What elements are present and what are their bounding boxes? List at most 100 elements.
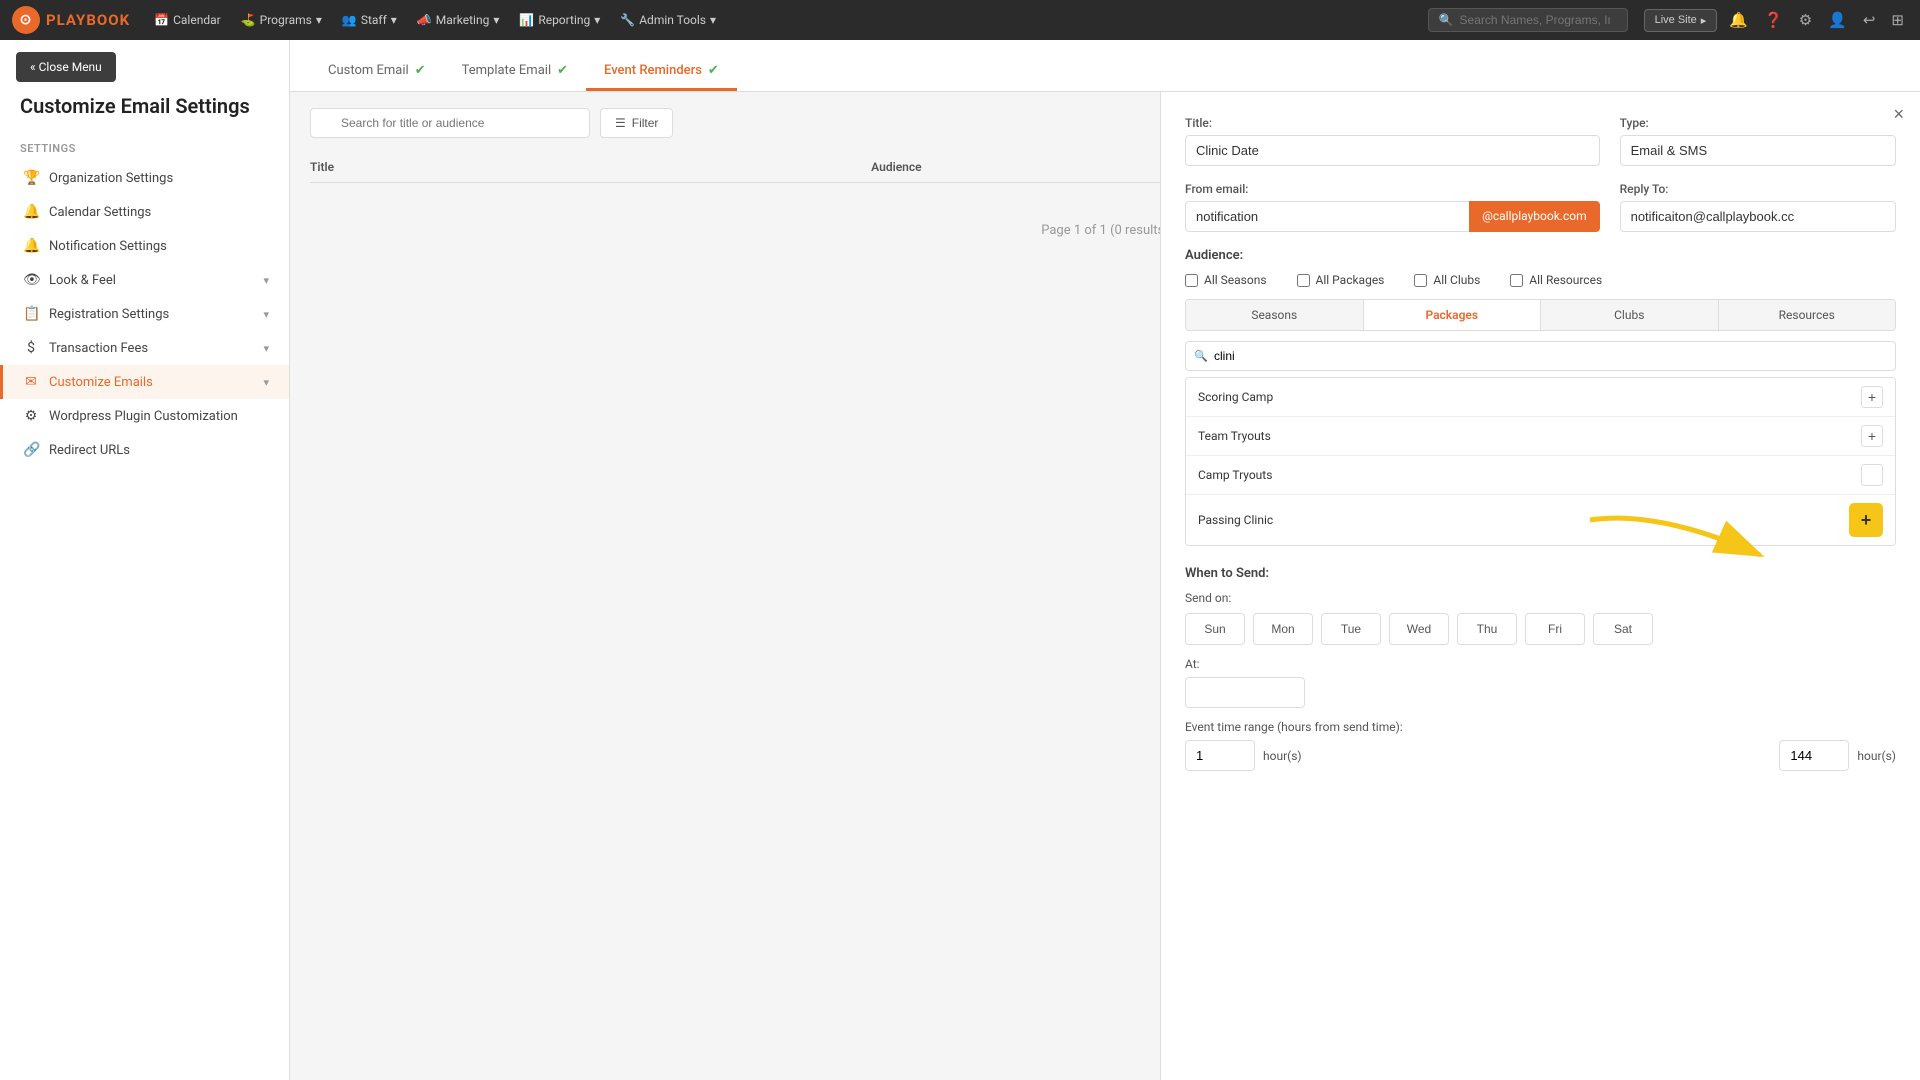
title-type-row: Title: Type: Email & SMS Email Only SMS … — [1185, 116, 1896, 166]
day-sat-button[interactable]: Sat — [1593, 613, 1653, 645]
send-on-label: Send on: — [1185, 591, 1896, 605]
range-start-input[interactable] — [1185, 740, 1255, 771]
settings-section-label: SETTINGS — [0, 134, 289, 161]
back-icon[interactable]: ↩ — [1859, 9, 1880, 31]
sidebar-item-look-and-feel[interactable]: 👁 Look & Feel ▾ — [0, 263, 289, 297]
nav-admin-tools[interactable]: 🔧 Admin Tools ▾ — [612, 9, 724, 31]
dollar-icon: $ — [23, 340, 39, 356]
day-fri-button[interactable]: Fri — [1525, 613, 1585, 645]
from-email-input[interactable] — [1185, 201, 1469, 232]
check-all-seasons[interactable]: All Seasons — [1185, 273, 1267, 287]
gear-icon: ⚙ — [23, 408, 39, 424]
audience-checks: All Seasons All Packages All Clubs All R… — [1185, 273, 1896, 287]
trophy-icon: 🏆 — [23, 170, 39, 186]
main-content: Custom Email ✔ Template Email ✔ Event Re… — [290, 40, 1920, 1080]
top-navigation: ⊙ PLAYBOOK 📅 Calendar ⛳ Programs ▾ 👥 Sta… — [0, 0, 1920, 40]
all-clubs-checkbox[interactable] — [1414, 274, 1427, 287]
list-search-input[interactable] — [310, 108, 590, 138]
range-end-input[interactable] — [1779, 740, 1849, 771]
when-to-send-section: When to Send: Send on: Sun Mon Tue Wed T… — [1185, 566, 1896, 771]
from-email-label: From email: — [1185, 182, 1600, 196]
from-email-group: From email: @callplaybook.com — [1185, 182, 1600, 232]
tab-event-reminders[interactable]: Event Reminders ✔ — [586, 51, 737, 91]
reply-to-group: Reply To: — [1620, 182, 1896, 232]
type-select[interactable]: Email & SMS Email Only SMS Only — [1620, 135, 1896, 166]
add-camp-tryouts-button[interactable] — [1861, 464, 1883, 486]
title-label: Title: — [1185, 116, 1600, 130]
email-row: From email: @callplaybook.com Reply To: — [1185, 182, 1896, 232]
tab-custom-email[interactable]: Custom Email ✔ — [310, 51, 444, 91]
logo[interactable]: ⊙ PLAYBOOK — [12, 6, 130, 34]
sidebar-item-notification-settings[interactable]: 🔔 Notification Settings — [0, 229, 289, 263]
type-group: Type: Email & SMS Email Only SMS Only — [1620, 116, 1896, 166]
notifications-icon[interactable]: 🔔 — [1725, 9, 1752, 31]
reply-to-input[interactable] — [1620, 201, 1896, 232]
nav-calendar[interactable]: 📅 Calendar — [146, 9, 229, 31]
package-list: Scoring Camp + Team Tryouts + Camp Tryou… — [1185, 377, 1896, 546]
day-sun-button[interactable]: Sun — [1185, 613, 1245, 645]
nav-programs[interactable]: ⛳ Programs ▾ — [233, 9, 330, 31]
column-title: Title — [310, 160, 871, 174]
grid-icon[interactable]: ⊞ — [1887, 9, 1908, 31]
title-input[interactable] — [1185, 135, 1600, 166]
add-team-tryouts-button[interactable]: + — [1861, 425, 1883, 447]
sidebar-item-calendar-settings[interactable]: 🔔 Calendar Settings — [0, 195, 289, 229]
sidebar-item-transaction-fees[interactable]: $ Transaction Fees ▾ — [0, 331, 289, 365]
close-menu-label: « Close Menu — [30, 60, 102, 74]
audience-label: Audience: — [1185, 248, 1896, 263]
type-label: Type: — [1620, 116, 1896, 130]
sidebar-item-customize-emails[interactable]: ✉ Customize Emails ▾ — [0, 365, 289, 399]
day-mon-button[interactable]: Mon — [1253, 613, 1313, 645]
sidebar: « Close Menu Customize Email Settings SE… — [0, 40, 290, 1080]
email-icon: ✉ — [23, 374, 39, 390]
global-search-input[interactable] — [1460, 13, 1610, 27]
days-row: Sun Mon Tue Wed Thu Fri Sat — [1185, 613, 1896, 645]
title-group: Title: — [1185, 116, 1600, 166]
settings-icon[interactable]: ⚙ — [1795, 9, 1816, 31]
audience-search-wrap: 🔍 — [1185, 341, 1896, 371]
sidebar-item-redirect-urls[interactable]: 🔗 Redirect URLs — [0, 433, 289, 467]
sidebar-item-organization-settings[interactable]: 🏆 Organization Settings — [0, 161, 289, 195]
nav-staff[interactable]: 👥 Staff ▾ — [334, 9, 405, 31]
user-icon[interactable]: 👤 — [1824, 9, 1851, 31]
check-icon: ✔ — [708, 63, 719, 78]
day-tue-button[interactable]: Tue — [1321, 613, 1381, 645]
clipboard-icon: 📋 — [23, 306, 39, 322]
check-all-packages[interactable]: All Packages — [1297, 273, 1385, 287]
all-packages-checkbox[interactable] — [1297, 274, 1310, 287]
day-thu-button[interactable]: Thu — [1457, 613, 1517, 645]
filter-button[interactable]: ☰ Filter — [600, 108, 673, 138]
check-all-clubs[interactable]: All Clubs — [1414, 273, 1480, 287]
day-wed-button[interactable]: Wed — [1389, 613, 1449, 645]
all-resources-checkbox[interactable] — [1510, 274, 1523, 287]
detail-close-button[interactable]: × — [1893, 104, 1904, 125]
all-seasons-checkbox[interactable] — [1185, 274, 1198, 287]
when-to-send-label: When to Send: — [1185, 566, 1896, 581]
sidebar-item-registration-settings[interactable]: 📋 Registration Settings ▾ — [0, 297, 289, 331]
nav-marketing[interactable]: 📣 Marketing ▾ — [409, 9, 508, 31]
check-icon: ✔ — [415, 63, 426, 78]
check-all-resources[interactable]: All Resources — [1510, 273, 1602, 287]
package-item-camp-tryouts: Camp Tryouts — [1186, 456, 1895, 495]
detail-panel: × Title: Type: Email & SMS Email Only SM… — [1160, 92, 1920, 1080]
event-range-label: Event time range (hours from send time): — [1185, 720, 1896, 734]
tab-template-email[interactable]: Template Email ✔ — [444, 51, 586, 91]
link-icon: 🔗 — [23, 442, 39, 458]
audience-search-input[interactable] — [1185, 341, 1896, 371]
audience-tab-clubs[interactable]: Clubs — [1541, 300, 1719, 330]
audience-tab-packages[interactable]: Packages — [1364, 300, 1542, 330]
global-search[interactable]: 🔍 — [1428, 8, 1628, 32]
add-passing-clinic-button[interactable]: + — [1849, 503, 1883, 537]
live-site-button[interactable]: Live Site ▸ — [1644, 9, 1718, 32]
audience-tab-seasons[interactable]: Seasons — [1186, 300, 1364, 330]
nav-reporting[interactable]: 📊 Reporting ▾ — [511, 9, 608, 31]
close-menu-button[interactable]: « Close Menu — [16, 52, 116, 82]
help-icon[interactable]: ❓ — [1760, 9, 1787, 31]
at-time-input[interactable] — [1185, 677, 1305, 708]
audience-section: Audience: All Seasons All Packages All C… — [1185, 248, 1896, 546]
check-icon: ✔ — [557, 63, 568, 78]
audience-tab-resources[interactable]: Resources — [1719, 300, 1896, 330]
add-scoring-camp-button[interactable]: + — [1861, 386, 1883, 408]
range-end-unit: hour(s) — [1857, 749, 1896, 763]
sidebar-item-wordpress[interactable]: ⚙ Wordpress Plugin Customization — [0, 399, 289, 433]
